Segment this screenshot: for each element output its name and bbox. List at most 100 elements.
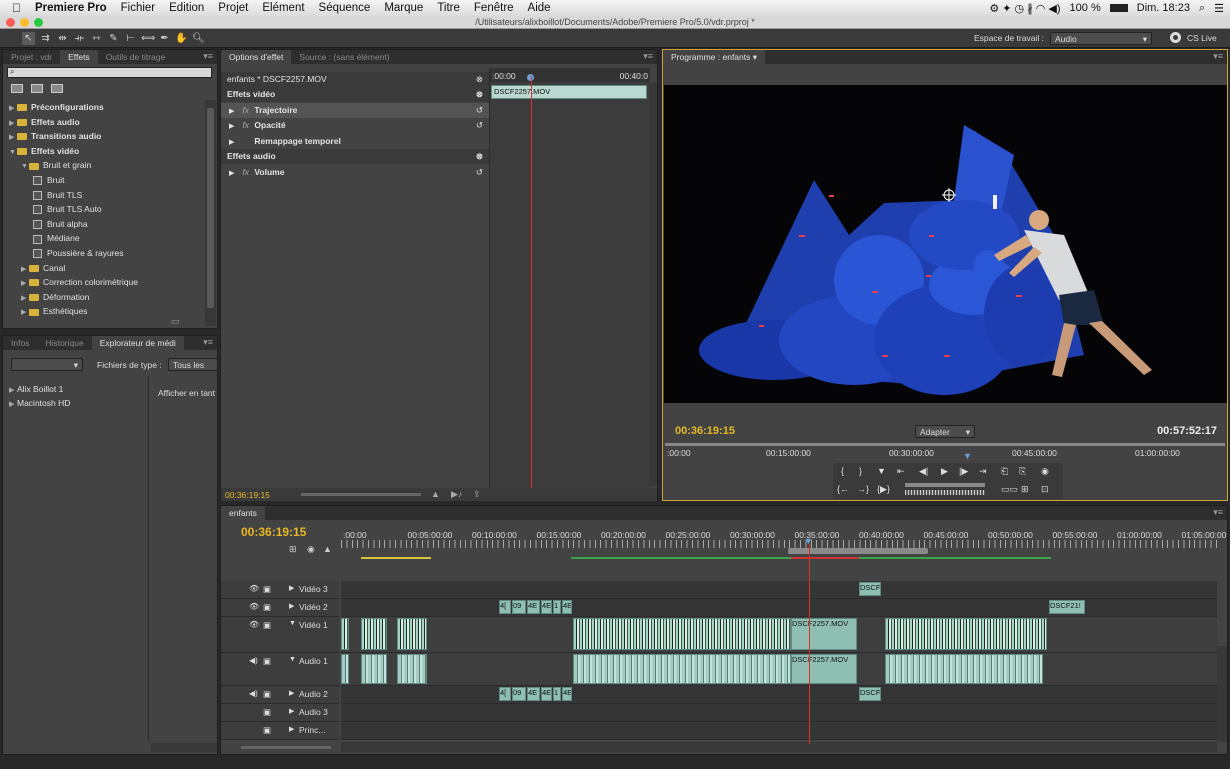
go-to-in-icon[interactable]: ⇤ <box>897 466 905 477</box>
track-lane[interactable] <box>341 581 1217 599</box>
timeline-clip[interactable]: 4E <box>562 687 572 701</box>
effects-tree-item[interactable]: Bruit TLS Auto <box>33 202 102 216</box>
tab-sequence[interactable]: enfants <box>221 506 265 520</box>
effects-tree-item[interactable]: ▶ Déformation <box>21 290 89 304</box>
track-lock-icon[interactable]: ▣ <box>263 584 271 595</box>
effects-tree-item[interactable]: ▶ Transitions audio <box>9 129 101 143</box>
step-back-icon[interactable]: ◀| <box>919 466 928 477</box>
track-select-tool-icon[interactable]: ⇉ <box>39 32 52 45</box>
cs-live-label[interactable]: CS Live <box>1187 33 1217 43</box>
track-lock-icon[interactable]: ▣ <box>263 707 271 718</box>
timeline-clip[interactable]: 4E <box>541 687 552 701</box>
track-lock-icon[interactable]: ▣ <box>263 602 271 613</box>
timeline-clip[interactable]: 4E <box>562 600 572 614</box>
timeline-clip[interactable]: 4[ <box>499 600 511 614</box>
fx-toggle-icon[interactable]: fx <box>242 118 254 133</box>
cs-live-icon[interactable] <box>1170 32 1181 43</box>
safe-margins-icon[interactable]: ▭▭ <box>1001 484 1018 495</box>
slide-tool-icon[interactable]: ⟺ <box>141 32 155 45</box>
menu-marque[interactable]: Marque <box>377 2 430 14</box>
filetype-select[interactable]: Tous les fich <box>168 358 218 371</box>
effects-tree-item[interactable]: ▶ Effets audio <box>9 115 80 129</box>
effects-tree-item[interactable]: ▼ Bruit et grain <box>21 158 91 172</box>
menu-app[interactable]: Premiere Pro <box>28 2 114 14</box>
tab-history[interactable]: Historique <box>37 336 91 350</box>
export-frame-icon[interactable]: ◉ <box>1041 466 1049 477</box>
timeline-clip[interactable] <box>573 618 791 650</box>
expand-arrow-icon[interactable]: ▼ <box>21 160 29 174</box>
list-icon[interactable]: ☰ <box>1214 2 1224 15</box>
zoom-tool-icon[interactable]: 🔍︎ <box>192 32 205 45</box>
expand-arrow-icon[interactable]: ▶ <box>229 123 234 130</box>
chevron-down-icon[interactable]: ▾ <box>753 52 757 62</box>
effect-row[interactable]: ▶ fx Opacité ↺ <box>221 118 489 133</box>
timeline-clip[interactable] <box>573 654 791 684</box>
effect-row[interactable]: ▶ fx Trajectoire ↺ <box>221 102 489 118</box>
track-header[interactable]: ◀) ▣ ▶ Audio 2 <box>221 686 339 704</box>
play-in-to-out-icon[interactable]: {▶} <box>877 484 890 495</box>
reset-icon[interactable]: ↺ <box>476 103 483 118</box>
tab-title-tools[interactable]: Outils de titrage <box>98 50 174 64</box>
timeline-clip[interactable] <box>341 618 349 650</box>
track-lane[interactable] <box>341 704 1217 722</box>
menu-aide[interactable]: Aide <box>521 2 558 14</box>
timeline-clip[interactable]: DSCF2257.MOV <box>791 654 857 684</box>
track-header[interactable]: ▣ ▶ Audio 3 <box>221 704 339 722</box>
ripple-edit-tool-icon[interactable]: ⇹ <box>56 32 69 45</box>
location-select[interactable]: ▾ <box>11 358 83 371</box>
go-to-next-edit-icon[interactable]: →} <box>857 484 869 494</box>
mark-in-icon[interactable]: { <box>841 466 844 476</box>
sequence-marker-icon[interactable]: ▲ <box>323 544 332 554</box>
horizontal-scrollbar[interactable] <box>151 743 217 752</box>
track-header[interactable]: 👁︎ ▣ ▶ Vidéo 3 <box>221 581 339 599</box>
tab-info[interactable]: Infos <box>3 336 37 350</box>
drive-item[interactable]: ▶ Alix Boillot 1 <box>9 382 63 396</box>
panel-menu-icon[interactable]: ▾≡ <box>203 51 213 62</box>
toggle-output-icon[interactable]: 👁︎ <box>249 602 259 611</box>
timeline-clip[interactable]: DSCF <box>859 582 881 596</box>
slip-tool-icon[interactable]: ⊢ <box>124 32 137 45</box>
effects-tree-item[interactable]: Bruit alpha <box>33 217 88 231</box>
timeline-clip[interactable] <box>341 654 349 684</box>
fit-select[interactable]: Adapter ▾ <box>915 425 975 438</box>
mark-out-icon[interactable]: } <box>859 466 862 476</box>
timeline-clip[interactable]: 4E <box>527 687 540 701</box>
zoom-window-icon[interactable] <box>34 18 43 27</box>
menu-element[interactable]: Elément <box>255 2 311 14</box>
timeline-clip[interactable] <box>397 654 427 684</box>
ec-clip-bar[interactable]: DSCF2257.MOV <box>491 85 647 99</box>
timeline-scrollbar[interactable] <box>1217 646 1227 742</box>
zoom-slider[interactable] <box>301 493 421 496</box>
panel-menu-icon[interactable]: ▾≡ <box>1213 51 1223 62</box>
jog-wheel[interactable] <box>905 490 985 495</box>
effects-tree-item[interactable]: ▶ Esthétiques <box>21 304 87 316</box>
monitor-timecode[interactable]: 00:36:19:15 <box>675 425 735 437</box>
timeline-clip[interactable]: 09 <box>512 687 526 701</box>
output-icon[interactable]: ⊞ <box>1021 484 1029 495</box>
monitor-ruler[interactable]: :00:00 00:15:00:00 00:30:00:00 00:45:00:… <box>665 443 1225 461</box>
effects-tree-item[interactable]: ▶ Correction colorimétrique <box>21 275 138 289</box>
lift-icon[interactable]: ⎗ <box>1001 466 1008 477</box>
toggle-icon[interactable]: ⊗ <box>476 72 483 87</box>
timeline-clip[interactable]: 4[ <box>499 687 511 701</box>
selection-tool-icon[interactable]: ↖ <box>22 32 35 45</box>
video-frame[interactable] <box>664 85 1227 403</box>
battery-percent[interactable]: 100 % <box>1070 2 1101 14</box>
effects-tree-item[interactable]: ▶ Canal <box>21 261 65 275</box>
razor-tool-icon[interactable]: ✎ <box>107 32 120 45</box>
menu-fenetre[interactable]: Fenêtre <box>467 2 521 14</box>
toggle-icon[interactable]: ⊗ <box>476 149 483 164</box>
timeline-clip[interactable]: 09 <box>512 600 526 614</box>
timeline-clip[interactable] <box>361 654 387 684</box>
timeline-clip[interactable]: DSCF21! <box>1049 600 1085 614</box>
yuv-effects-icon[interactable] <box>51 84 63 93</box>
track-header[interactable]: 👁︎ ▣ ▶ Vidéo 2 <box>221 599 339 617</box>
rolling-edit-tool-icon[interactable]: ⟛ <box>73 32 86 45</box>
effect-row[interactable]: ▶ Remappage temporel <box>221 134 489 149</box>
toggle-output-icon[interactable]: 👁︎ <box>249 584 259 593</box>
tab-program[interactable]: Programme : enfants ▾ <box>663 50 766 64</box>
effects-tree-item[interactable]: Bruit <box>33 173 64 187</box>
expand-arrow-icon[interactable]: ▶ <box>229 170 234 177</box>
workspace-select[interactable]: Audio ▾ <box>1050 32 1152 45</box>
menu-edition[interactable]: Edition <box>162 2 211 14</box>
